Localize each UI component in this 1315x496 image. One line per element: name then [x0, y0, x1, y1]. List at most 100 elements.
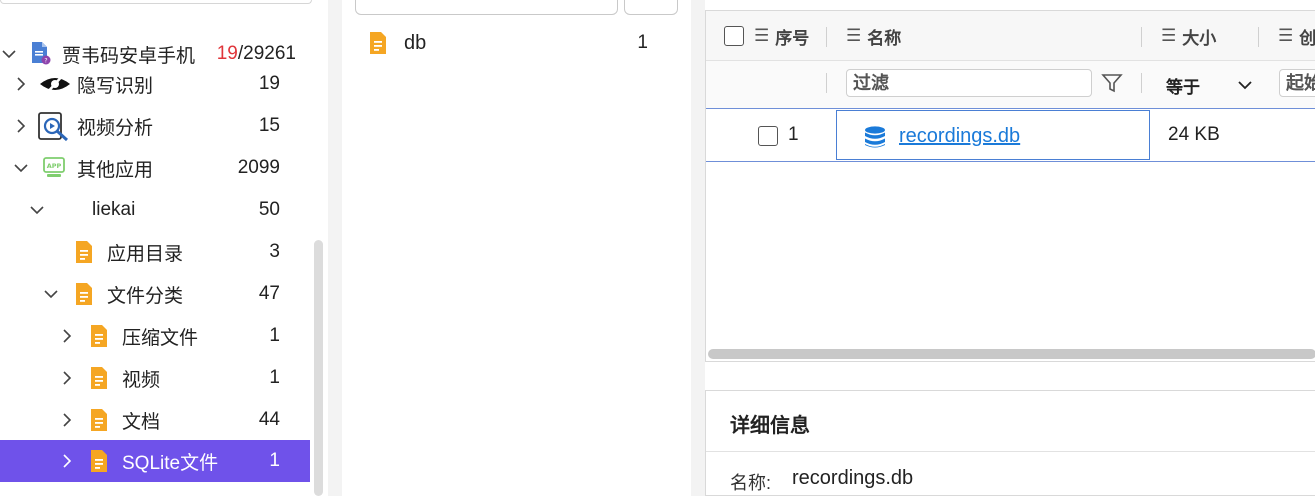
name-cell[interactable]: recordings.db	[836, 110, 1150, 160]
tree-item-liekai[interactable]: liekai 50	[0, 189, 310, 231]
column-menu-icon: ☰	[1278, 26, 1294, 45]
column-header-size[interactable]: ☰ 大小	[1161, 11, 1216, 61]
file-icon	[72, 282, 96, 306]
tree-item-videos[interactable]: 视频 1	[0, 357, 310, 399]
file-icon	[87, 449, 111, 473]
tree-item-count: 44	[258, 409, 280, 430]
name-filter-input[interactable]: 过滤	[846, 69, 1092, 97]
tree-item-steganography[interactable]: 隐写识别 19	[0, 63, 310, 105]
column-divider[interactable]	[1258, 27, 1259, 47]
tree-item-label: liekai	[92, 199, 136, 220]
tree-item-count: 3	[269, 241, 280, 262]
column-divider[interactable]	[826, 27, 827, 47]
column-header-label: 大小	[1182, 28, 1217, 48]
file-icon	[87, 324, 111, 348]
chevron-right-icon[interactable]	[14, 77, 28, 91]
list-item-count: 1	[637, 32, 648, 53]
column-menu-icon: ☰	[1161, 26, 1177, 45]
tree-item-count: 1	[269, 325, 280, 346]
chevron-down-icon[interactable]	[2, 47, 16, 61]
detail-panel: 详细信息 名称: recordings.db	[705, 390, 1315, 496]
column-divider[interactable]	[1141, 27, 1142, 47]
tree-item-video-analysis[interactable]: 视频分析 15	[0, 105, 310, 147]
column-header-index[interactable]: ☰ 序号	[754, 11, 809, 61]
table-horizontal-scrollbar[interactable]	[708, 349, 1315, 359]
file-icon	[72, 240, 96, 264]
file-size: 24 KB	[1168, 124, 1220, 145]
tree-item-archives[interactable]: 压缩文件 1	[0, 315, 310, 357]
svg-text:APP: APP	[47, 162, 62, 170]
tree-item-label: 压缩文件	[122, 327, 199, 349]
chevron-down-icon[interactable]	[14, 161, 28, 175]
file-icon	[366, 31, 390, 55]
column-header-name[interactable]: ☰ 名称	[846, 11, 901, 61]
select-all-checkbox[interactable]	[724, 26, 744, 46]
column-header-label: 创	[1299, 28, 1315, 48]
tree-item-count: 1	[269, 450, 280, 471]
tree-item-label: 文件分类	[107, 285, 184, 307]
detail-name-key: 名称:	[730, 473, 772, 493]
file-table: ☰ 序号 ☰ 名称 ☰ 大小 ☰ 创 过滤 等于 起始 1 recordings…	[705, 10, 1315, 362]
column-header-label: 序号	[775, 28, 810, 48]
tree-item-documents[interactable]: 文档 44	[0, 399, 310, 441]
category-list: db 1	[342, 0, 691, 496]
chevron-right-icon[interactable]	[60, 454, 74, 468]
tree-item-label: 视频	[122, 369, 161, 391]
app-icon: APP	[42, 155, 66, 179]
column-menu-icon: ☰	[754, 26, 770, 45]
list-search-button[interactable]	[624, 0, 678, 15]
tree-item-label: 其他应用	[77, 159, 154, 181]
filter-funnel-icon[interactable]	[1101, 72, 1123, 94]
chevron-down-icon	[1238, 77, 1252, 91]
chevron-down-icon[interactable]	[30, 203, 44, 217]
chevron-right-icon[interactable]	[14, 119, 28, 133]
chevron-right-icon[interactable]	[60, 413, 74, 427]
tree-item-count: 2099	[237, 157, 280, 178]
column-header-created[interactable]: ☰ 创	[1278, 11, 1315, 61]
tree-item-count: 15	[258, 115, 280, 136]
app-window: ? 贾韦码安卓手机 19/29261 隐写识别 19 视频分析 15 APP 其…	[0, 0, 1315, 496]
chevron-down-icon[interactable]	[44, 287, 58, 301]
tree-item-count: 50	[258, 199, 280, 220]
tree-item-app-directory[interactable]: 应用目录 3	[0, 231, 310, 273]
splitter[interactable]	[691, 0, 705, 496]
table-header: ☰ 序号 ☰ 名称 ☰ 大小 ☰ 创	[706, 11, 1315, 61]
tree-scrollbar[interactable]	[314, 240, 323, 496]
tree-item-label: 应用目录	[107, 243, 184, 265]
header-select-all[interactable]	[724, 11, 744, 61]
file-icon	[87, 366, 111, 390]
created-filter-start-input[interactable]: 起始	[1279, 69, 1315, 97]
tree-item-other-apps[interactable]: APP 其他应用 2099	[0, 147, 310, 189]
tree-item-count: 19	[258, 73, 280, 94]
list-search-input[interactable]	[355, 0, 618, 15]
tree-item-label: 隐写识别	[77, 75, 154, 97]
table-row[interactable]: 1 recordings.db 24 KB	[706, 110, 1315, 162]
size-filter-operator-select[interactable]: 等于	[1166, 71, 1256, 99]
chevron-right-icon[interactable]	[60, 371, 74, 385]
tree-item-label: 视频分析	[77, 117, 154, 139]
tree-item-label: 文档	[122, 411, 161, 433]
tree-search-box-edge[interactable]	[0, 0, 312, 4]
detail-name-value: recordings.db	[792, 467, 914, 489]
file-icon	[87, 408, 111, 432]
row-checkbox[interactable]	[758, 126, 778, 146]
row-index: 1	[788, 124, 799, 145]
list-item-db[interactable]: db 1	[366, 28, 666, 58]
tree-item-label: SQLite文件	[122, 452, 219, 474]
video-search-icon	[38, 112, 70, 142]
divider	[706, 451, 1315, 452]
tree-item-sqlite-files[interactable]: SQLite文件 1	[0, 440, 310, 482]
file-name-link[interactable]: recordings.db	[899, 125, 1020, 148]
operator-value: 等于	[1166, 77, 1200, 97]
column-menu-icon: ☰	[846, 26, 862, 45]
tree-item-file-category[interactable]: 文件分类 47	[0, 273, 310, 315]
database-icon	[863, 125, 887, 149]
column-header-label: 名称	[867, 28, 902, 48]
column-divider	[1141, 73, 1142, 93]
chevron-right-icon[interactable]	[60, 329, 74, 343]
list-item-label: db	[404, 31, 427, 54]
phone-document-icon: ?	[28, 41, 52, 65]
splitter[interactable]	[328, 0, 342, 496]
eye-slash-icon	[38, 72, 72, 96]
evidence-tree: ? 贾韦码安卓手机 19/29261 隐写识别 19 视频分析 15 APP 其…	[0, 0, 328, 496]
